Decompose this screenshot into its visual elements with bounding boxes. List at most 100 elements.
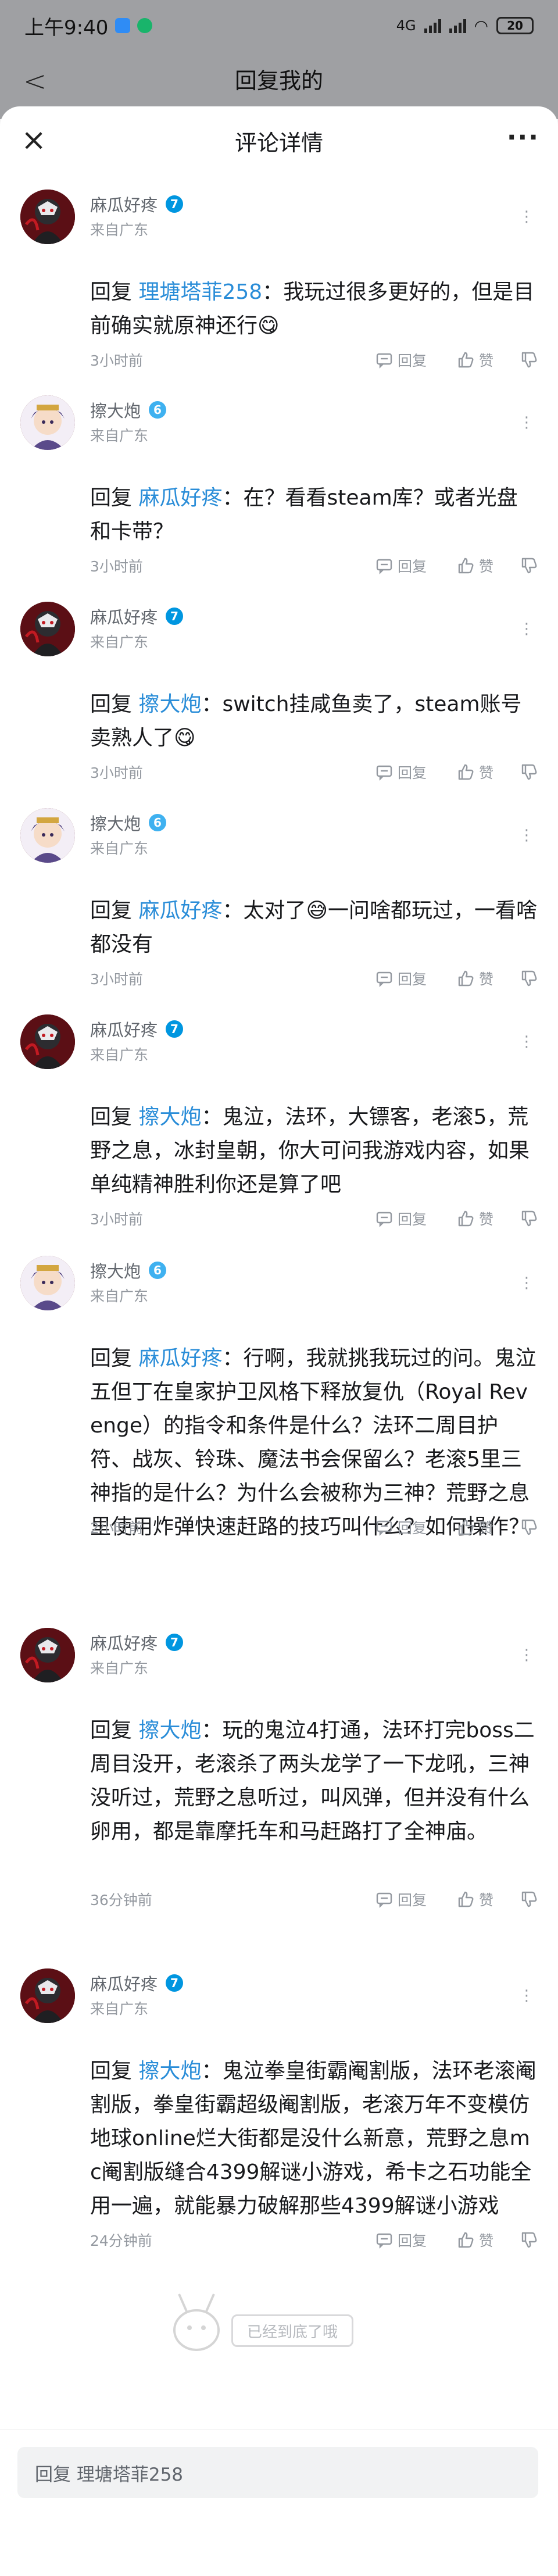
thumbs-up-icon (457, 1519, 474, 1536)
thumbs-down-icon[interactable] (520, 970, 538, 987)
reply-icon (375, 763, 393, 781)
comment-more-icon[interactable]: ⋮ (519, 1646, 535, 1664)
reply-button[interactable]: 回复 (375, 762, 427, 783)
reply-button[interactable]: 回复 (375, 555, 427, 576)
username[interactable]: 麻瓜好疼 (90, 1971, 158, 1995)
thumbs-down-icon[interactable] (520, 1891, 538, 1908)
reply-to-user[interactable]: 麻瓜好疼 (138, 1346, 222, 1370)
comment-more-icon[interactable]: ⋮ (519, 208, 535, 226)
comment-text: 回复 麻瓜好疼：太对了😅一问啥都玩过，一看啥都没有 (90, 894, 538, 962)
comment-text: 回复 麻瓜好疼：在？看看steam库？或者光盘和卡带？ (90, 481, 538, 549)
like-button[interactable]: 赞 (457, 555, 493, 576)
comment-more-icon[interactable]: ⋮ (519, 620, 535, 638)
reply-button[interactable]: 回复 (375, 1208, 427, 1229)
comment-item[interactable]: 麻瓜好疼 7 来自广东 ⋮ 回复 擦大炮：鬼泣，法环，大镖客，老滚5，荒野之息，冰封皇朝… (0, 1014, 558, 1231)
comment-text: 回复 擦大炮：switch挂咸鱼卖了，steam账号卖熟人了😋 (90, 688, 538, 755)
battery-level: 20 (507, 19, 523, 33)
like-button[interactable]: 赞 (457, 349, 493, 370)
reply-to-user[interactable]: 麻瓜好疼 (138, 899, 222, 923)
comment-text: 回复 擦大炮：玩的鬼泣4打通，法环打完boss二周目没开，老滚杀了两头龙学了一下… (90, 1714, 538, 1849)
avatar[interactable] (20, 395, 75, 450)
avatar[interactable] (20, 1014, 75, 1069)
username[interactable]: 擦大炮 (90, 1258, 141, 1282)
reply-icon (375, 1519, 393, 1536)
end-of-list: 已经到底了哦 (0, 2285, 558, 2360)
avatar[interactable] (20, 1628, 75, 1682)
avatar[interactable] (20, 1256, 75, 1310)
comment-item[interactable]: 擦大炮 6 来自广东 ⋮ 回复 麻瓜好疼：行啊，我就挑我玩过的问。鬼泣五但丁在皇家护卫风… (0, 1256, 558, 1540)
thumbs-down-icon[interactable] (520, 351, 538, 369)
comment-item[interactable]: 麻瓜好疼 7 来自广东 ⋮ 回复 擦大炮：switch挂咸鱼卖了，steam账号卖熟人了… (0, 602, 558, 785)
thumbs-down-icon[interactable] (520, 1210, 538, 1227)
comment-item[interactable]: 麻瓜好疼 7 来自广东 ⋮ 回复 擦大炮：鬼泣拳皇街霸阉割版，法环老滚阉割版，拳皇街霸超… (0, 1968, 558, 2253)
reply-button[interactable]: 回复 (375, 968, 427, 989)
reply-to-user[interactable]: 擦大炮 (138, 692, 201, 716)
thumbs-up-icon (457, 2231, 474, 2249)
comment-time: 3小时前 (90, 1211, 143, 1228)
comment-item[interactable]: 擦大炮 6 来自广东 ⋮ 回复 麻瓜好疼：在？看看steam库？或者光盘和卡带？ 3小时前… (0, 395, 558, 578)
comment-actions: 3小时前 回复 赞 (90, 762, 538, 783)
back-arrow-icon[interactable]: < (23, 65, 46, 98)
thumbs-down-icon[interactable] (520, 1519, 538, 1536)
avatar[interactable] (20, 602, 75, 656)
reply-to-user[interactable]: 擦大炮 (138, 1105, 201, 1129)
bottom-reply-bar: 回复 理塘塔菲258 (0, 2429, 558, 2576)
like-button[interactable]: 赞 (457, 1208, 493, 1229)
like-button[interactable]: 赞 (457, 762, 493, 783)
username[interactable]: 麻瓜好疼 (90, 1630, 158, 1655)
username[interactable]: 擦大炮 (90, 398, 141, 422)
reply-prefix: 回复 (90, 2059, 133, 2083)
reply-prefix: 回复 (90, 1105, 133, 1129)
thumbs-up-icon (457, 763, 474, 781)
comment-time: 3小时前 (90, 764, 143, 781)
comment-item[interactable]: 麻瓜好疼 7 来自广东 ⋮ 回复 理塘塔菲258：我玩过很多更好的，但是目前确实就原神还… (0, 190, 558, 373)
username[interactable]: 麻瓜好疼 (90, 1017, 158, 1041)
comment-more-icon[interactable]: ⋮ (519, 1987, 535, 2005)
comment-more-icon[interactable]: ⋮ (519, 1274, 535, 1292)
reply-to-user[interactable]: 擦大炮 (138, 2059, 201, 2083)
user-row: 麻瓜好疼 7 (90, 1630, 184, 1655)
like-button[interactable]: 赞 (457, 968, 493, 989)
thumbs-down-icon[interactable] (520, 557, 538, 574)
thumbs-down-icon[interactable] (520, 2231, 538, 2249)
reply-label: 回复 (397, 1211, 427, 1228)
reply-input[interactable]: 回复 理塘塔菲258 (17, 2447, 538, 2498)
like-button[interactable]: 赞 (457, 1889, 493, 1910)
reply-to-user[interactable]: 麻瓜好疼 (138, 486, 222, 510)
level-badge: 7 (166, 1634, 184, 1651)
comment-actions: 24分钟前 回复 赞 (90, 2230, 538, 2250)
comment-more-icon[interactable]: ⋮ (519, 827, 535, 844)
like-label: 赞 (478, 1520, 493, 1537)
reply-button[interactable]: 回复 (375, 2230, 427, 2250)
avatar[interactable] (20, 190, 75, 244)
username[interactable]: 擦大炮 (90, 810, 141, 835)
reply-button[interactable]: 回复 (375, 1517, 427, 1538)
like-button[interactable]: 赞 (457, 1517, 493, 1538)
comment-more-icon[interactable]: ⋮ (519, 1033, 535, 1051)
reply-to-user[interactable]: 擦大炮 (138, 1718, 201, 1742)
comment-item[interactable]: 擦大炮 6 来自广东 ⋮ 回复 麻瓜好疼：太对了😅一问啥都玩过，一看啥都没有 3小时前 回复… (0, 808, 558, 991)
more-options-icon[interactable]: ··· (507, 123, 539, 152)
sheet-header: × 评论详情 ··· (0, 106, 558, 175)
close-icon[interactable]: × (17, 124, 50, 156)
reply-label: 回复 (397, 971, 427, 988)
comment-item[interactable]: 麻瓜好疼 7 来自广东 ⋮ 回复 擦大炮：玩的鬼泣4打通，法环打完boss二周目没开，老… (0, 1628, 558, 1912)
reply-label: 回复 (397, 558, 427, 575)
level-badge: 7 (166, 195, 184, 213)
username[interactable]: 麻瓜好疼 (90, 192, 158, 216)
level-badge: 6 (149, 401, 167, 419)
avatar[interactable] (20, 1968, 75, 2023)
username[interactable]: 麻瓜好疼 (90, 604, 158, 628)
network-type: 4G (396, 17, 416, 34)
reply-prefix: 回复 (90, 692, 133, 716)
reply-button[interactable]: 回复 (375, 349, 427, 370)
reply-icon (375, 557, 393, 574)
thumbs-down-icon[interactable] (520, 763, 538, 781)
comment-actions: 3小时前 回复 赞 (90, 555, 538, 576)
avatar[interactable] (20, 808, 75, 863)
comment-more-icon[interactable]: ⋮ (519, 414, 535, 431)
user-row: 麻瓜好疼 7 (90, 1017, 184, 1041)
reply-button[interactable]: 回复 (375, 1889, 427, 1910)
like-button[interactable]: 赞 (457, 2230, 493, 2250)
reply-to-user[interactable]: 理塘塔菲258 (138, 280, 262, 304)
